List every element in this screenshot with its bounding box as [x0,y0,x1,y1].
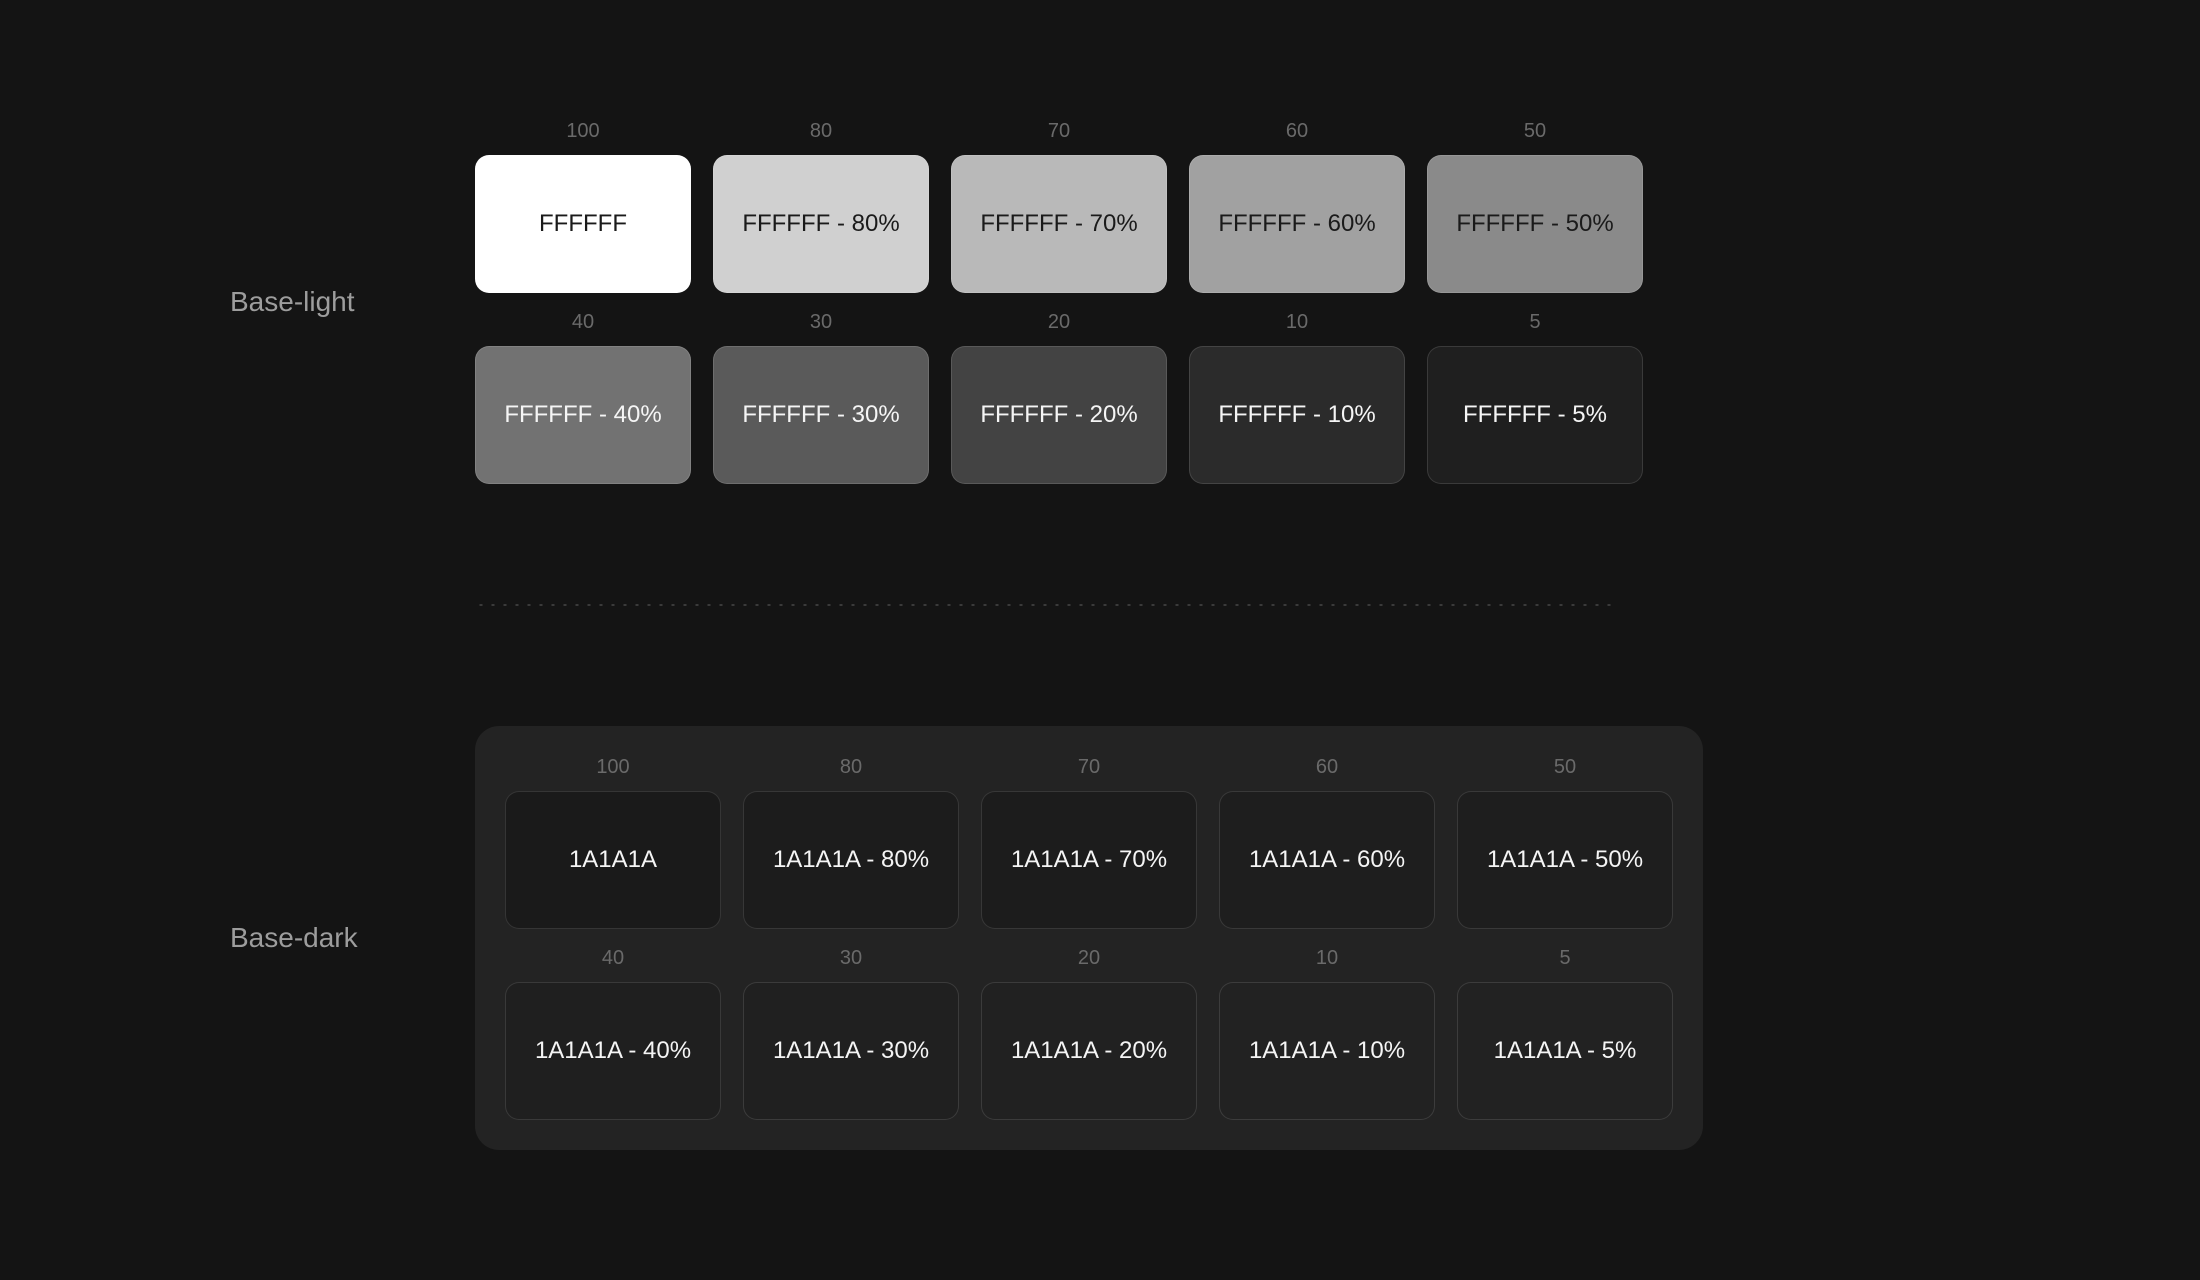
swatch-number: 80 [810,120,832,143]
base-dark-label: Base-dark [230,922,390,954]
dark-swatch-item: 30 1A1A1A - 30% [743,947,959,1120]
base-light-grid: 100 FFFFFF 80 FFFFFF - 80% 70 FFFFFF - 70% 60 F… [475,120,1643,484]
light-swatch-item: 80 FFFFFF - 80% [713,120,929,293]
swatch-number: 100 [596,756,629,779]
swatch-number: 10 [1316,947,1338,970]
swatch-number: 50 [1524,120,1546,143]
swatch-number: 10 [1286,311,1308,334]
swatch-number: 40 [602,947,624,970]
color-swatch[interactable]: 1A1A1A - 80% [743,791,959,929]
swatch-number: 70 [1048,120,1070,143]
base-dark-container: 100 1A1A1A 80 1A1A1A - 80% 70 1A1A1A - 70% 60 1… [475,726,1703,1150]
color-swatch[interactable]: FFFFFF - 50% [1427,155,1643,293]
color-swatch[interactable]: 1A1A1A - 70% [981,791,1197,929]
dark-swatch-item: 80 1A1A1A - 80% [743,756,959,929]
dark-swatch-item: 5 1A1A1A - 5% [1457,947,1673,1120]
color-swatch[interactable]: 1A1A1A - 20% [981,982,1197,1120]
color-swatch[interactable]: FFFFFF - 70% [951,155,1167,293]
swatch-number: 60 [1286,120,1308,143]
swatch-number: 70 [1078,756,1100,779]
dark-swatch-item: 40 1A1A1A - 40% [505,947,721,1120]
color-swatch[interactable]: FFFFFF - 5% [1427,346,1643,484]
swatch-number: 20 [1048,311,1070,334]
base-light-label: Base-light [230,286,390,318]
light-swatch-item: 5 FFFFFF - 5% [1427,311,1643,484]
color-swatch[interactable]: 1A1A1A - 50% [1457,791,1673,929]
dark-swatch-item: 100 1A1A1A [505,756,721,929]
swatch-number: 100 [566,120,599,143]
swatch-number: 80 [840,756,862,779]
light-swatch-item: 70 FFFFFF - 70% [951,120,1167,293]
light-swatch-item: 10 FFFFFF - 10% [1189,311,1405,484]
dark-swatch-item: 70 1A1A1A - 70% [981,756,1197,929]
color-swatch[interactable]: 1A1A1A [505,791,721,929]
swatch-number: 30 [810,311,832,334]
swatch-number: 30 [840,947,862,970]
base-light-section: Base-light 100 FFFFFF 80 FFFFFF - 80% 70 FFFF… [230,120,1970,484]
swatch-number: 20 [1078,947,1100,970]
light-swatch-item: 30 FFFFFF - 30% [713,311,929,484]
light-swatch-item: 60 FFFFFF - 60% [1189,120,1405,293]
dark-swatch-item: 10 1A1A1A - 10% [1219,947,1435,1120]
color-swatch[interactable]: FFFFFF - 80% [713,155,929,293]
light-swatch-item: 40 FFFFFF - 40% [475,311,691,484]
color-swatch[interactable]: 1A1A1A - 5% [1457,982,1673,1120]
base-dark-grid: 100 1A1A1A 80 1A1A1A - 80% 70 1A1A1A - 70% 60 1… [505,756,1673,1120]
swatch-number: 40 [572,311,594,334]
color-swatch[interactable]: FFFFFF - 20% [951,346,1167,484]
dark-swatch-item: 50 1A1A1A - 50% [1457,756,1673,929]
color-swatch[interactable]: 1A1A1A - 10% [1219,982,1435,1120]
color-swatch[interactable]: FFFFFF - 60% [1189,155,1405,293]
dark-swatch-item: 20 1A1A1A - 20% [981,947,1197,1120]
color-swatch[interactable]: FFFFFF [475,155,691,293]
color-swatch[interactable]: FFFFFF - 40% [475,346,691,484]
color-swatch[interactable]: 1A1A1A - 60% [1219,791,1435,929]
swatch-number: 5 [1559,947,1570,970]
swatch-number: 5 [1529,311,1540,334]
section-divider [475,604,1615,606]
swatch-number: 50 [1554,756,1576,779]
color-swatch[interactable]: 1A1A1A - 40% [505,982,721,1120]
color-swatch[interactable]: 1A1A1A - 30% [743,982,959,1120]
color-swatch[interactable]: FFFFFF - 10% [1189,346,1405,484]
light-swatch-item: 100 FFFFFF [475,120,691,293]
light-swatch-item: 50 FFFFFF - 50% [1427,120,1643,293]
dark-swatch-item: 60 1A1A1A - 60% [1219,756,1435,929]
color-swatch[interactable]: FFFFFF - 30% [713,346,929,484]
swatch-number: 60 [1316,756,1338,779]
light-swatch-item: 20 FFFFFF - 20% [951,311,1167,484]
